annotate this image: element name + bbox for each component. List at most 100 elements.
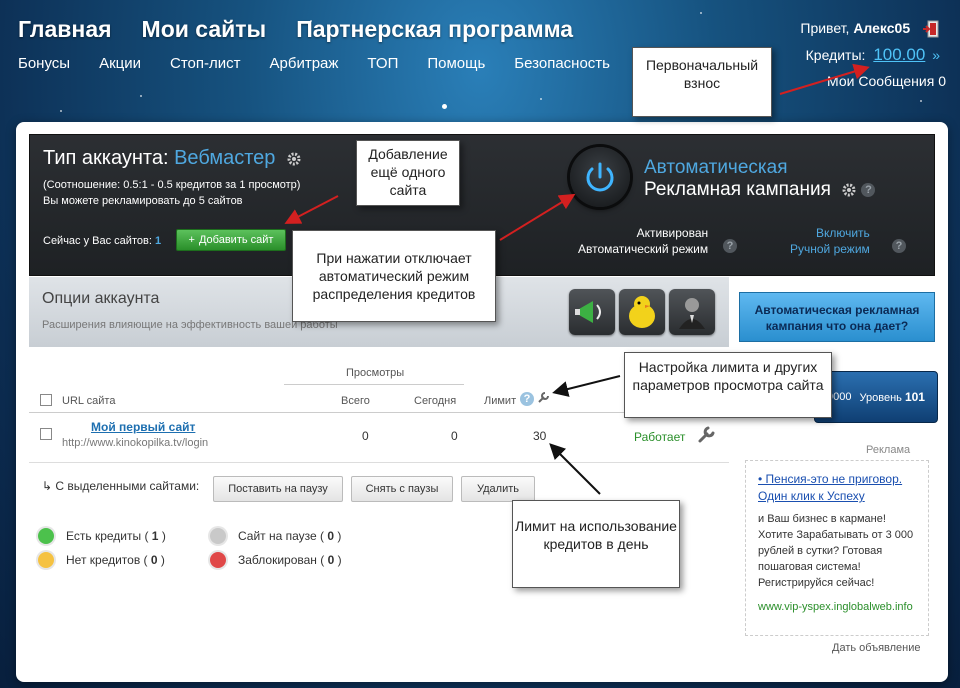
callout-initial-deposit: Первоначальный взнос	[632, 47, 772, 117]
legend-text: Заблокирован ( 0 )	[238, 553, 342, 567]
callout-daily-limit: Лимит на использование кредитов в день	[512, 500, 680, 588]
ad-block: • Пенсия-это не приговор. Один клик к Ус…	[745, 460, 929, 636]
help-icon[interactable]: ?	[520, 392, 534, 406]
logout-icon[interactable]	[922, 20, 940, 38]
unpause-button[interactable]: Снять с паузы	[351, 476, 453, 502]
corner-arrow-icon: ↳	[42, 479, 53, 493]
place-ad-link[interactable]: Дать объявление	[832, 642, 921, 654]
manual-mode: Ручной режим	[790, 242, 870, 256]
callout-disable-auto: При нажатии отключает автоматический реж…	[292, 230, 496, 322]
legend-blocked: Заблокирован ( 0 )	[210, 552, 342, 568]
star	[920, 100, 922, 102]
account-type-value: Вебмастер	[174, 147, 276, 169]
power-toggle-button[interactable]	[570, 147, 630, 207]
rank-bar: 9000 Уровень 101	[814, 371, 938, 423]
ad-label: Реклама	[866, 444, 911, 456]
site-name-link[interactable]: Мой первый сайт	[91, 420, 195, 434]
credits-value[interactable]: 100.00	[873, 45, 925, 64]
credits-label: Кредиты:	[805, 47, 866, 63]
manual-mode-link[interactable]: Включить Ручной режим	[790, 225, 870, 257]
subnav-top[interactable]: ТОП	[367, 55, 398, 72]
subnav-stoplist[interactable]: Стоп-лист	[170, 55, 241, 72]
sites-count-value: 1	[154, 235, 162, 247]
credits: Кредиты: 100.00 »	[806, 45, 940, 65]
status-dot-gray	[210, 528, 226, 544]
auto-campaign-banner[interactable]: Автоматическая рекламная кампания что он…	[739, 292, 935, 342]
subnav-help[interactable]: Помощь	[427, 55, 485, 72]
site-limit-text: Вы можете рекламировать до 5 сайтов	[43, 195, 243, 207]
ratio-text: (Соотношение: 0.5:1 - 0.5 кредитов за 1 …	[43, 179, 301, 191]
banner-line1: Автоматическая рекламная	[754, 303, 920, 317]
views-divider	[284, 384, 464, 385]
ad-title-link[interactable]: • Пенсия-это не приговор. Один клик к Ус…	[758, 472, 902, 503]
status-auto-mode: Автоматический режим	[578, 242, 709, 256]
col-url: URL сайта	[62, 395, 116, 407]
help-icon[interactable]: ?	[892, 239, 906, 253]
gear-icon[interactable]	[842, 183, 856, 197]
site-url: http://www.kinokopilka.tv/login	[62, 437, 209, 449]
bulk-actions: ↳ С выделенными сайтами:	[42, 479, 199, 493]
main-nav: Главная Мои сайты Партнерская программа	[18, 16, 573, 43]
sites-count: Сейчас у Вас сайтов: 1	[43, 235, 161, 247]
auto-mode-status: Активирован Автоматический режим	[578, 225, 708, 257]
wrench-icon[interactable]	[696, 425, 716, 445]
col-total: Всего	[341, 395, 370, 407]
sub-nav: Бонусы Акции Стоп-лист Арбитраж ТОП Помо…	[18, 55, 610, 72]
greeting-text: Привет,	[800, 20, 850, 36]
campaign-title: Автоматическая	[644, 157, 788, 178]
col-limit: Лимит	[484, 395, 517, 407]
col-today: Сегодня	[414, 395, 457, 407]
chevron-right-icon: »	[932, 47, 940, 63]
help-icon[interactable]: ?	[861, 182, 876, 197]
power-icon	[586, 162, 614, 192]
subnav-promos[interactable]: Акции	[99, 55, 141, 72]
row-bottom-line	[29, 462, 729, 463]
wrench-icon[interactable]	[536, 391, 550, 405]
pause-button[interactable]: Поставить на паузу	[213, 476, 343, 502]
star	[140, 95, 142, 97]
add-site-label: Добавить сайт	[198, 234, 274, 246]
status-dot-yellow	[38, 552, 54, 568]
select-all-checkbox[interactable]	[40, 394, 52, 406]
nav-my-sites[interactable]: Мои сайты	[142, 16, 267, 43]
status-activated: Активирован	[636, 226, 709, 240]
row-total: 0	[362, 429, 369, 443]
nav-home[interactable]: Главная	[18, 16, 112, 43]
rank-level: Уровень 101	[859, 390, 925, 404]
legend-text: Есть кредиты ( 1 )	[66, 529, 166, 543]
legend-text: Нет кредитов ( 0 )	[66, 553, 165, 567]
account-ratio: (Соотношение: 0.5:1 - 0.5 кредитов за 1 …	[43, 177, 300, 209]
legend-paused: Сайт на паузе ( 0 )	[210, 528, 341, 544]
views-header: Просмотры	[346, 367, 405, 379]
gear-icon[interactable]	[287, 152, 301, 166]
status-dot-red	[210, 552, 226, 568]
add-site-button[interactable]: + Добавить сайт	[176, 229, 286, 251]
callout-limit-settings: Настройка лимита и других параметров про…	[624, 352, 832, 418]
delete-button[interactable]: Удалить	[461, 476, 535, 502]
nav-indicator	[442, 104, 447, 109]
ad-url[interactable]: www.vip-yspex.inglobalweb.info	[758, 599, 916, 615]
subnav-bonuses[interactable]: Бонусы	[18, 55, 70, 72]
user-greeting: Привет, Алекс05	[800, 20, 940, 38]
star	[60, 110, 62, 112]
subnav-arbitrage[interactable]: Арбитраж	[270, 55, 339, 72]
row-status: Работает	[634, 430, 686, 444]
campaign-subtitle: Рекламная кампания ?	[644, 179, 876, 201]
options-title: Опции аккаунта	[42, 290, 160, 307]
subnav-security[interactable]: Безопасность	[514, 55, 610, 72]
row-checkbox[interactable]	[40, 428, 52, 440]
status-dot-green	[38, 528, 54, 544]
nav-partner-program[interactable]: Партнерская программа	[296, 16, 573, 43]
plus-icon: +	[188, 234, 195, 246]
sites-count-label: Сейчас у Вас сайтов:	[43, 235, 152, 247]
star	[540, 98, 542, 100]
manual-enable: Включить	[815, 226, 870, 240]
agent-icon[interactable]	[669, 289, 715, 335]
row-limit[interactable]: 30	[533, 429, 546, 443]
help-icon[interactable]: ?	[723, 239, 737, 253]
username: Алекс05	[853, 20, 911, 36]
messages-link[interactable]: Мои Сообщения 0	[827, 73, 946, 89]
banner-line2: кампания что она дает?	[765, 319, 909, 333]
chick-icon[interactable]	[619, 289, 665, 335]
megaphone-icon[interactable]	[569, 289, 615, 335]
